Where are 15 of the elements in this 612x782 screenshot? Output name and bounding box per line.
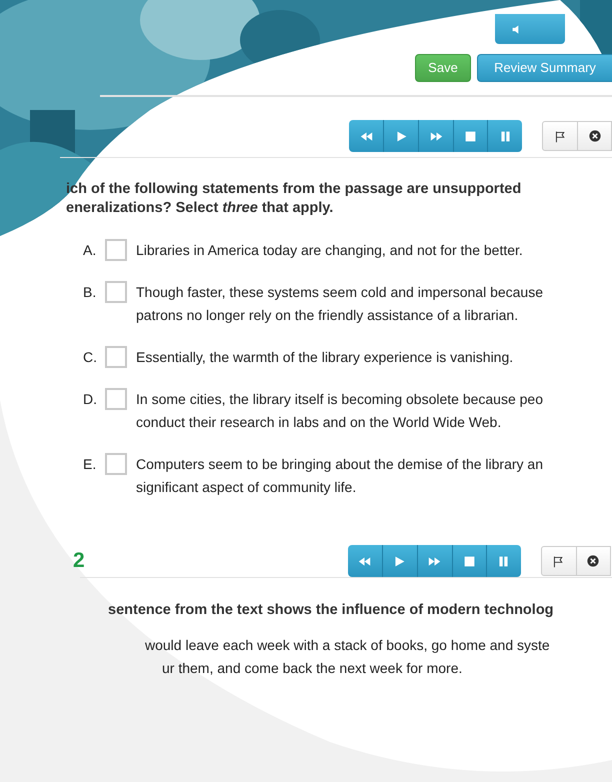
review-summary-button[interactable]: Review Summary [477,54,612,82]
option-letter: A. [83,241,98,260]
quote-text: would leave each week with a stack of books, go home and syste ur them, and come back the next week for more. [145,636,551,678]
save-button[interactable]: Save [415,54,471,82]
option-text: Computers seem to be bringing about the demise of the library an significant aspect of community life. [136,455,544,497]
option-letter: D. [83,390,98,409]
option-letter: E. [83,455,98,474]
option-text: Though faster, these systems seem cold and impersonal because patrons no longer rely on the friendly assistance of a librarian. [136,283,543,325]
option-letter: C. [83,348,98,367]
question-number: 2 [73,549,85,573]
option-text: Essentially, the warmth of the library experience is vanishing. [136,348,514,367]
option-text: Libraries in America today are changing, and not for the better. [136,241,523,260]
question-prompt: sentence from the text shows the influence of modern technolog [108,601,555,620]
option-letter: B. [83,283,98,302]
option-text: In some cities, the library itself is becoming obsolete because peo conduct their research in labs and on the World Wide Web. [136,390,543,432]
